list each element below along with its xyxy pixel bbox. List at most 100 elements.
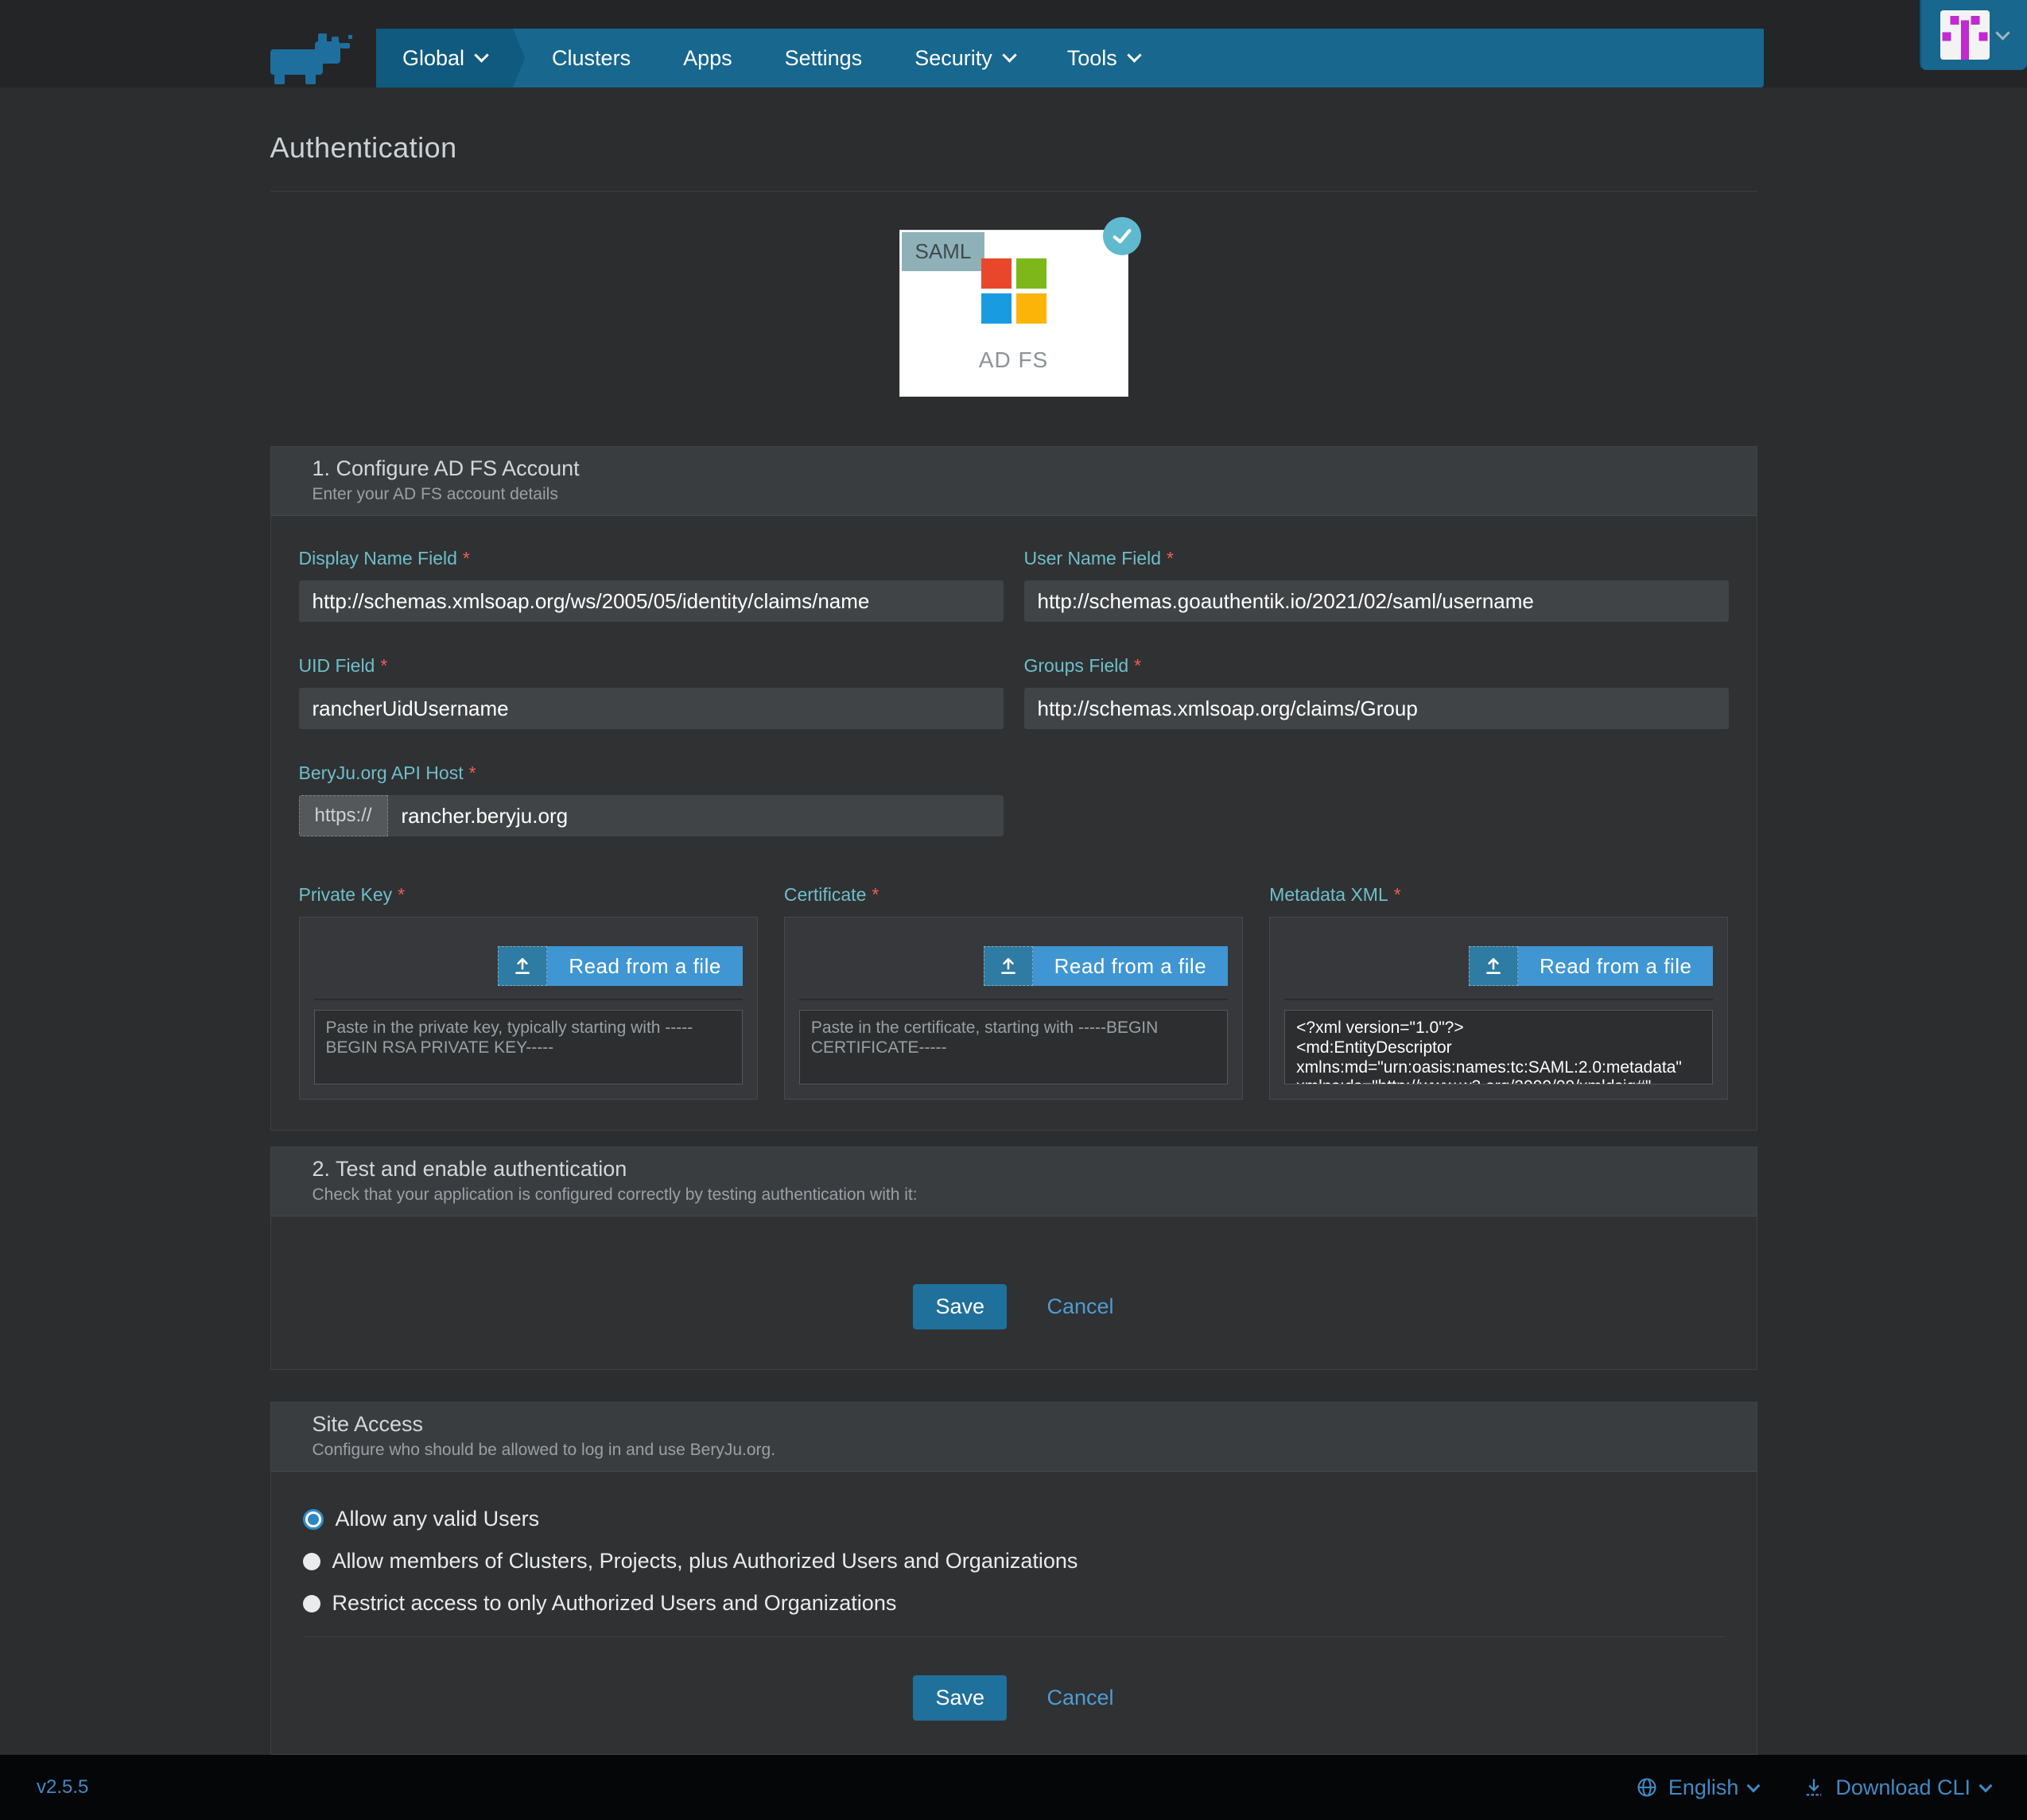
field-label: Display Name Field* bbox=[299, 548, 1004, 569]
upload-icon bbox=[984, 946, 1033, 986]
field-label: UID Field* bbox=[299, 655, 1004, 677]
certificate-textarea[interactable] bbox=[799, 1010, 1228, 1085]
section2-title: 2. Test and enable authentication bbox=[313, 1157, 1715, 1182]
nav-item-settings[interactable]: Settings bbox=[759, 29, 889, 87]
field-user-name: User Name Field* bbox=[1024, 548, 1729, 622]
main-navbar: Global Clusters Apps Settings Security T… bbox=[376, 29, 1764, 87]
site-access-header: Site Access Configure who should be allo… bbox=[271, 1403, 1757, 1472]
display-name-input[interactable] bbox=[299, 580, 1004, 622]
https-prefix: https:// bbox=[299, 795, 388, 836]
field-label: Certificate* bbox=[784, 884, 1243, 906]
nav-item-tools[interactable]: Tools bbox=[1041, 29, 1166, 87]
language-selector[interactable]: English bbox=[1636, 1775, 1759, 1800]
radio-allow-members[interactable]: Allow members of Clusters, Projects, plu… bbox=[303, 1549, 1725, 1574]
radio-unselected-icon bbox=[303, 1553, 320, 1570]
provider-card-adfs[interactable]: SAML AD FS bbox=[899, 230, 1128, 397]
file-field-private-key: Private Key* Read from a file bbox=[299, 884, 758, 1100]
field-label: Metadata XML* bbox=[1269, 884, 1728, 906]
chevron-down-icon bbox=[1995, 25, 2010, 40]
field-label: Groups Field* bbox=[1024, 655, 1729, 677]
section1-title: 1. Configure AD FS Account bbox=[313, 456, 1715, 481]
private-key-panel: Read from a file bbox=[299, 917, 758, 1100]
chevron-down-icon bbox=[474, 48, 488, 62]
required-marker: * bbox=[1134, 655, 1141, 676]
field-uid: UID Field* bbox=[299, 655, 1004, 729]
field-groups: Groups Field* bbox=[1024, 655, 1729, 729]
groups-input[interactable] bbox=[1024, 688, 1729, 729]
field-label: User Name Field* bbox=[1024, 548, 1729, 569]
radio-allow-any-valid-users[interactable]: Allow any valid Users bbox=[303, 1507, 1725, 1531]
button-label: Read from a file bbox=[1033, 946, 1229, 986]
radio-label: Restrict access to only Authorized Users… bbox=[332, 1591, 897, 1616]
chevron-down-icon bbox=[1002, 48, 1016, 62]
section2-subtitle: Check that your application is configure… bbox=[313, 1186, 1715, 1205]
site-access-title: Site Access bbox=[313, 1412, 1715, 1437]
required-marker: * bbox=[380, 655, 387, 676]
nav-item-global[interactable]: Global bbox=[376, 29, 513, 87]
selected-check-icon bbox=[1103, 217, 1141, 255]
top-header: Global Clusters Apps Settings Security T… bbox=[0, 0, 2027, 87]
required-marker: * bbox=[872, 884, 879, 905]
save-button[interactable]: Save bbox=[913, 1675, 1007, 1721]
required-marker: * bbox=[398, 884, 405, 905]
file-field-certificate: Certificate* Read from a file bbox=[784, 884, 1243, 1100]
required-marker: * bbox=[1167, 548, 1174, 569]
radio-label: Allow members of Clusters, Projects, plu… bbox=[332, 1549, 1078, 1574]
section2-header: 2. Test and enable authentication Check … bbox=[271, 1147, 1757, 1217]
certificate-panel: Read from a file bbox=[784, 917, 1243, 1100]
private-key-textarea[interactable] bbox=[314, 1010, 743, 1085]
file-field-metadata-xml: Metadata XML* Read from a file <?xml ve bbox=[1269, 884, 1728, 1100]
section-test-authentication: 2. Test and enable authentication Check … bbox=[270, 1147, 1757, 1370]
metadata-xml-read-file-button[interactable]: Read from a file bbox=[1469, 946, 1714, 986]
footer-links: English Download CLI bbox=[1636, 1775, 1990, 1800]
field-label: BeryJu.org API Host* bbox=[299, 763, 1004, 784]
uid-input[interactable] bbox=[299, 688, 1004, 729]
download-cli-menu[interactable]: Download CLI bbox=[1803, 1775, 1990, 1800]
download-cli-label: Download CLI bbox=[1835, 1775, 1971, 1800]
site-access-body: Allow any valid Users Allow members of C… bbox=[271, 1472, 1757, 1637]
footer: v2.5.5 English Download CLI bbox=[0, 1755, 2027, 1820]
saml-badge: SAML bbox=[902, 232, 985, 271]
radio-unselected-icon bbox=[303, 1595, 320, 1612]
nav-item-apps[interactable]: Apps bbox=[657, 29, 759, 87]
metadata-xml-textarea[interactable]: <?xml version="1.0"?> <md:EntityDescript… bbox=[1284, 1010, 1713, 1085]
cancel-button[interactable]: Cancel bbox=[1047, 1294, 1113, 1318]
globe-icon bbox=[1636, 1776, 1658, 1799]
microsoft-logo-icon bbox=[981, 258, 1047, 324]
version-label: v2.5.5 bbox=[37, 1776, 88, 1799]
save-button[interactable]: Save bbox=[913, 1284, 1007, 1329]
user-menu[interactable] bbox=[1920, 0, 2027, 70]
nav-item-clusters[interactable]: Clusters bbox=[526, 29, 657, 87]
provider-card-row: SAML AD FS bbox=[270, 192, 1757, 446]
user-name-input[interactable] bbox=[1024, 580, 1729, 622]
radio-label: Allow any valid Users bbox=[336, 1507, 540, 1531]
certificate-read-file-button[interactable]: Read from a file bbox=[984, 946, 1229, 986]
nav-item-label: Security bbox=[914, 46, 992, 71]
cancel-button[interactable]: Cancel bbox=[1047, 1686, 1113, 1709]
section1-subtitle: Enter your AD FS account details bbox=[313, 485, 1715, 504]
field-label: Private Key* bbox=[299, 884, 758, 906]
site-access-actions: Save Cancel bbox=[271, 1637, 1757, 1754]
radio-restrict-access[interactable]: Restrict access to only Authorized Users… bbox=[303, 1591, 1725, 1616]
required-marker: * bbox=[463, 548, 470, 569]
nav-item-label: Clusters bbox=[552, 46, 631, 71]
api-host-input[interactable] bbox=[388, 795, 1004, 836]
upload-icon bbox=[1469, 946, 1518, 986]
page-title: Authentication bbox=[270, 131, 1757, 165]
radio-selected-icon bbox=[303, 1509, 324, 1530]
main-content: Authentication SAML AD FS 1. Configure A… bbox=[270, 87, 1757, 1755]
provider-name: AD FS bbox=[899, 347, 1128, 373]
field-api-host: BeryJu.org API Host* https:// bbox=[299, 763, 1004, 836]
metadata-xml-panel: Read from a file <?xml version="1.0"?> <… bbox=[1269, 917, 1728, 1100]
language-label: English bbox=[1668, 1775, 1739, 1800]
required-marker: * bbox=[1394, 884, 1401, 905]
avatar bbox=[1940, 10, 1990, 60]
nav-item-security[interactable]: Security bbox=[888, 29, 1041, 87]
private-key-read-file-button[interactable]: Read from a file bbox=[498, 946, 743, 986]
download-icon bbox=[1803, 1776, 1825, 1799]
section-site-access: Site Access Configure who should be allo… bbox=[270, 1402, 1757, 1755]
chevron-down-icon bbox=[1747, 1779, 1761, 1792]
divider bbox=[799, 999, 1228, 1000]
rancher-logo-icon[interactable] bbox=[269, 33, 355, 84]
chevron-down-icon bbox=[1979, 1779, 1993, 1792]
